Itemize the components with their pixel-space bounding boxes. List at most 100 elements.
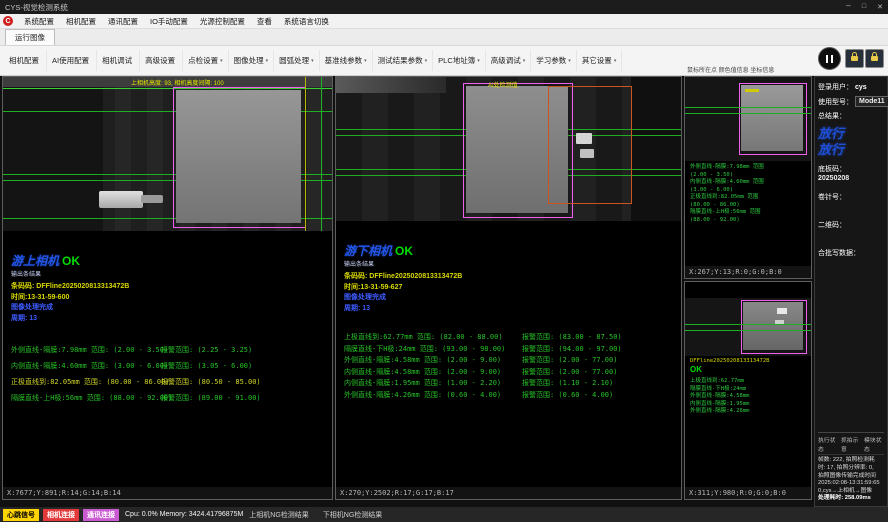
chevron-down-icon: ▾ <box>425 58 428 64</box>
toolbar-button[interactable]: 相机配置 <box>4 50 47 71</box>
measurement-row: 上极直线到:62.77mm 范围: (82.00 - 88.00)报警范围: (… <box>344 332 681 344</box>
status-badge: 相机连接 <box>43 509 79 521</box>
sidebar-field: 合批写数据： <box>818 248 884 267</box>
time-text: 时间:13-31-59-600 <box>11 293 332 304</box>
tab-strip: 运行图像 <box>0 29 888 46</box>
toolbar-button[interactable]: 测试结果参数▾ <box>373 50 434 71</box>
toolbar-button[interactable]: 图像处理▾ <box>229 50 275 71</box>
measure-line <box>685 107 811 108</box>
barcode-text: 条码码: DFFline2025020813313472B <box>344 272 681 283</box>
connector-part <box>99 191 143 208</box>
machine-shadow-region <box>631 77 681 221</box>
toolbar-button[interactable]: 相机调试 <box>97 50 140 71</box>
model-label: 使用型号： <box>818 97 853 107</box>
toolbar-button[interactable]: PLC地址簿▾ <box>433 50 486 71</box>
camera-title: 游上相机OK <box>11 255 332 268</box>
mini-measure-line: (2.00 - 3.50) <box>690 172 806 180</box>
camera-image-lower[interactable]: AI处检测值 <box>336 77 681 221</box>
login-user-value: cys <box>855 84 867 91</box>
toolbar-button[interactable]: 基准线参数▾ <box>320 50 373 71</box>
vertical-guide <box>321 77 322 231</box>
camera-result-lower: 游下相机OK 输出条结果 条码码: DFFline202502081331347… <box>336 221 681 487</box>
pixel-coords-readout: X:311;Y:980;R:0;G:0;B:0 <box>685 487 811 499</box>
mini-barcode-text: DFFline2025020813313472B <box>685 356 811 364</box>
sidebar: 登录用户： cys 使用型号： Mode11 总结果： 放行放行 底板码： 20… <box>814 76 888 507</box>
marker <box>745 89 759 92</box>
chevron-down-icon: ▾ <box>523 58 526 64</box>
preview-image-top[interactable] <box>685 77 811 161</box>
measurement-row: 隔膜直线-下H极:24mm 范围: (93.00 - 98.00)报警范围: (… <box>344 344 681 356</box>
mini-measure-line: 正极直线到:82.05mm 范围 <box>690 194 806 202</box>
pause-icon <box>831 55 834 63</box>
log-header-item: 模块状态 <box>864 435 884 453</box>
lock-button-2[interactable] <box>865 49 884 68</box>
total-result-label: 总结果： <box>818 111 846 121</box>
toolbar-button[interactable]: 学习参数▾ <box>531 50 577 71</box>
measurement-row: 内侧直线-隔膜:1.95mm 范围: (1.00 - 2.20)报警范围: (1… <box>344 378 681 390</box>
toolbar-button[interactable]: 点检设置▾ <box>183 50 229 71</box>
machine-shadow-region <box>3 77 103 231</box>
mini-status-ok: OK <box>685 364 811 375</box>
roi-outline <box>739 83 807 155</box>
toolbar-button[interactable]: 高级调试▾ <box>486 50 532 71</box>
maximize-button[interactable]: □ <box>862 3 866 11</box>
cycle-text: 周期: 13 <box>11 314 332 325</box>
run-log: 执行状态抓拍示意模块状态 帧数: 222, 拍照检测耗时: 17, 拍照分辨率:… <box>818 432 884 503</box>
pause-button[interactable] <box>818 47 841 70</box>
measure-line <box>685 324 811 325</box>
total-result-value: 放行 <box>818 126 884 142</box>
minimize-button[interactable]: ─ <box>846 3 851 11</box>
preview-image-bottom[interactable] <box>685 298 811 356</box>
chevron-down-icon: ▾ <box>311 58 314 64</box>
chevron-down-icon: ▾ <box>266 58 269 64</box>
model-value[interactable]: Mode11 <box>855 96 888 107</box>
titlebar: CYS-视觉检测系统 ─ □ ✕ <box>0 0 888 14</box>
menu-item[interactable]: IO手动配置 <box>144 15 194 28</box>
camera-name: 游下相机 <box>344 244 392 258</box>
result-subtitle: 输出条结果 <box>11 269 332 278</box>
measurement-row: 正极直线到:82.05mm 范围: (80.00 - 86.00)报警范围: (… <box>11 374 332 390</box>
log-header-item: 执行状态 <box>818 435 838 453</box>
login-user-label: 登录用户： <box>818 82 853 92</box>
lock-button-1[interactable] <box>845 49 864 68</box>
preview-panel-top: 外侧直线-隔膜:7.98mm 范围(2.00 - 3.50)内侧直线-隔膜:4.… <box>684 76 812 279</box>
menu-item[interactable]: 查看 <box>251 15 278 28</box>
mini-measure-line: 外侧直线-隔膜:4.58mm <box>690 393 806 401</box>
menu-item[interactable]: 相机配置 <box>60 15 102 28</box>
cpu-memory-readout: Cpu: 0.0% Memory: 3424.41796875M <box>125 511 243 518</box>
chevron-down-icon: ▾ <box>220 58 223 64</box>
menu-item[interactable]: 光源控制配置 <box>194 15 251 28</box>
total-result-value: 放行 <box>818 142 884 158</box>
lock-icon <box>871 56 878 61</box>
menu-item[interactable]: 系统配置 <box>18 15 60 28</box>
camera-panel-lower: AI处检测值 游下相机OK 输出条结果 条码码: DFFline20250208… <box>335 76 682 500</box>
mini-measure-line: (88.00 - 92.00) <box>690 217 806 225</box>
menu-item[interactable]: 通讯配置 <box>102 15 144 28</box>
measurement-row: 内侧直线-隔膜:4.60mm 范围: (3.00 - 6.00)报警范围: (3… <box>11 358 332 374</box>
overlay-text: AI处检测值 <box>488 80 518 89</box>
camera-name: 游上相机 <box>11 254 59 268</box>
camera-result-upper: 游上相机OK 输出条结果 条码码: DFFline202502081331347… <box>3 231 332 487</box>
toolbar-button[interactable]: 其它设置▾ <box>577 50 623 71</box>
statusbar: 心跳信号相机连接通讯连接 Cpu: 0.0% Memory: 3424.4179… <box>0 507 888 522</box>
measurement-row: 内侧直线-隔膜:4.58mm 范围: (2.00 - 9.00)报警范围: (2… <box>344 367 681 379</box>
connector-stub <box>141 195 163 203</box>
preview-panel-bottom: DFFline2025020813313472B OK 上极直线到:62.77m… <box>684 281 812 500</box>
toolbar-button[interactable]: AI使用配置 <box>47 50 97 71</box>
sidebar-field: 卷针号： <box>818 192 884 211</box>
window-title: CYS-视觉检测系统 <box>5 2 846 13</box>
menu-item[interactable]: 系统语言切换 <box>278 15 335 28</box>
tab-run-image[interactable]: 运行图像 <box>5 29 55 45</box>
app-window: CYS-视觉检测系统 ─ □ ✕ C 系统配置相机配置通讯配置IO手动配置光源控… <box>0 0 888 522</box>
toolbar-button[interactable]: 圆弧处理▾ <box>274 50 320 71</box>
measurement-row: 隔膜直线-上H极:56mm 范围: (88.00 - 92.00)报警范围: (… <box>11 390 332 406</box>
camera-image-upper[interactable]: 上相机高度: 93, 相机高度间隔: 100 <box>3 77 332 231</box>
process-done-text: 图像处理完成 <box>344 293 681 304</box>
roi-outline <box>173 87 306 228</box>
measurement-row: 外侧直线-隔膜:4.58mm 范围: (2.00 - 9.00)报警范围: (2… <box>344 355 681 367</box>
toolbar-button[interactable]: 高级设置 <box>140 50 183 71</box>
roi-outline <box>741 300 807 354</box>
close-button[interactable]: ✕ <box>877 3 883 11</box>
status-text: 下相机NG检测结果 <box>323 510 383 520</box>
result-subtitle: 输出条结果 <box>344 259 681 268</box>
